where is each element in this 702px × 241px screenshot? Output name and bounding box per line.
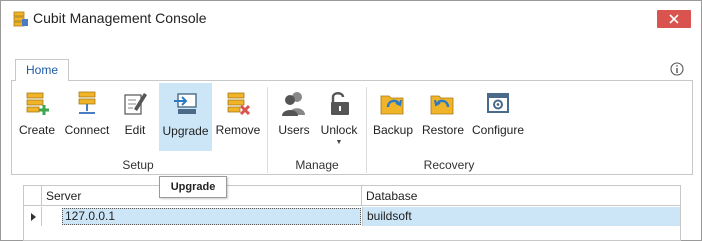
upgrade-button[interactable]: Upgrade (159, 83, 212, 151)
table-row[interactable]: 127.0.0.1 buildsoft (24, 207, 680, 226)
row-pointer-icon (31, 213, 36, 221)
edit-icon (121, 89, 149, 117)
grid-header: Server Database (24, 186, 680, 206)
group-label-manage: Manage (295, 158, 339, 172)
configure-icon (484, 89, 512, 117)
info-icon[interactable] (670, 62, 684, 76)
cell-database[interactable]: buildsoft (362, 207, 680, 226)
group-label-recovery: Recovery (423, 158, 475, 172)
unlock-icon (325, 89, 353, 117)
chevron-down-icon[interactable]: ▼ (336, 139, 343, 146)
upgrade-icon (172, 90, 200, 118)
unlock-button[interactable]: Unlock ▼ (319, 83, 359, 151)
group-label-setup: Setup (122, 158, 154, 172)
window-title: Cubit Management Console (33, 10, 207, 26)
configure-label: Configure (471, 123, 525, 137)
users-icon (280, 89, 308, 117)
backup-button[interactable]: Backup (373, 83, 413, 151)
main-window: Cubit Management Console Home Create Con… (0, 0, 702, 241)
upgrade-label: Upgrade (162, 124, 209, 138)
remove-label: Remove (215, 123, 261, 137)
column-header-database[interactable]: Database (362, 186, 680, 206)
ribbon-tab-strip: Home (11, 59, 693, 82)
restore-button[interactable]: Restore (421, 83, 465, 151)
tab-home[interactable]: Home (15, 59, 69, 82)
group-separator (366, 87, 367, 173)
remove-button[interactable]: Remove (215, 83, 261, 151)
create-server-icon (23, 89, 51, 117)
edit-button[interactable]: Edit (115, 83, 155, 151)
users-button[interactable]: Users (275, 83, 313, 151)
connect-button[interactable]: Connect (63, 83, 111, 151)
connect-label: Connect (64, 123, 110, 137)
upgrade-tooltip: Upgrade (159, 176, 227, 198)
connect-server-icon (73, 89, 101, 117)
close-icon (669, 14, 679, 24)
row-indicator (24, 207, 42, 226)
create-label: Create (18, 123, 56, 137)
row-indicator-header (24, 186, 42, 206)
users-label: Users (278, 123, 310, 137)
unlock-label: Unlock (320, 123, 358, 137)
restore-folder-icon (429, 89, 457, 117)
group-separator (267, 87, 268, 173)
app-server-icon (13, 11, 29, 27)
server-grid: Server Database 127.0.0.1 buildsoft (23, 185, 681, 241)
configure-button[interactable]: Configure (471, 83, 525, 151)
edit-label: Edit (124, 123, 146, 137)
close-button[interactable] (657, 10, 691, 28)
restore-label: Restore (421, 123, 465, 137)
remove-server-icon (224, 89, 252, 117)
create-button[interactable]: Create (15, 83, 59, 151)
backup-label: Backup (373, 123, 414, 137)
backup-folder-icon (379, 89, 407, 117)
cell-server[interactable]: 127.0.0.1 (62, 208, 361, 225)
title-bar: Cubit Management Console (1, 1, 701, 37)
